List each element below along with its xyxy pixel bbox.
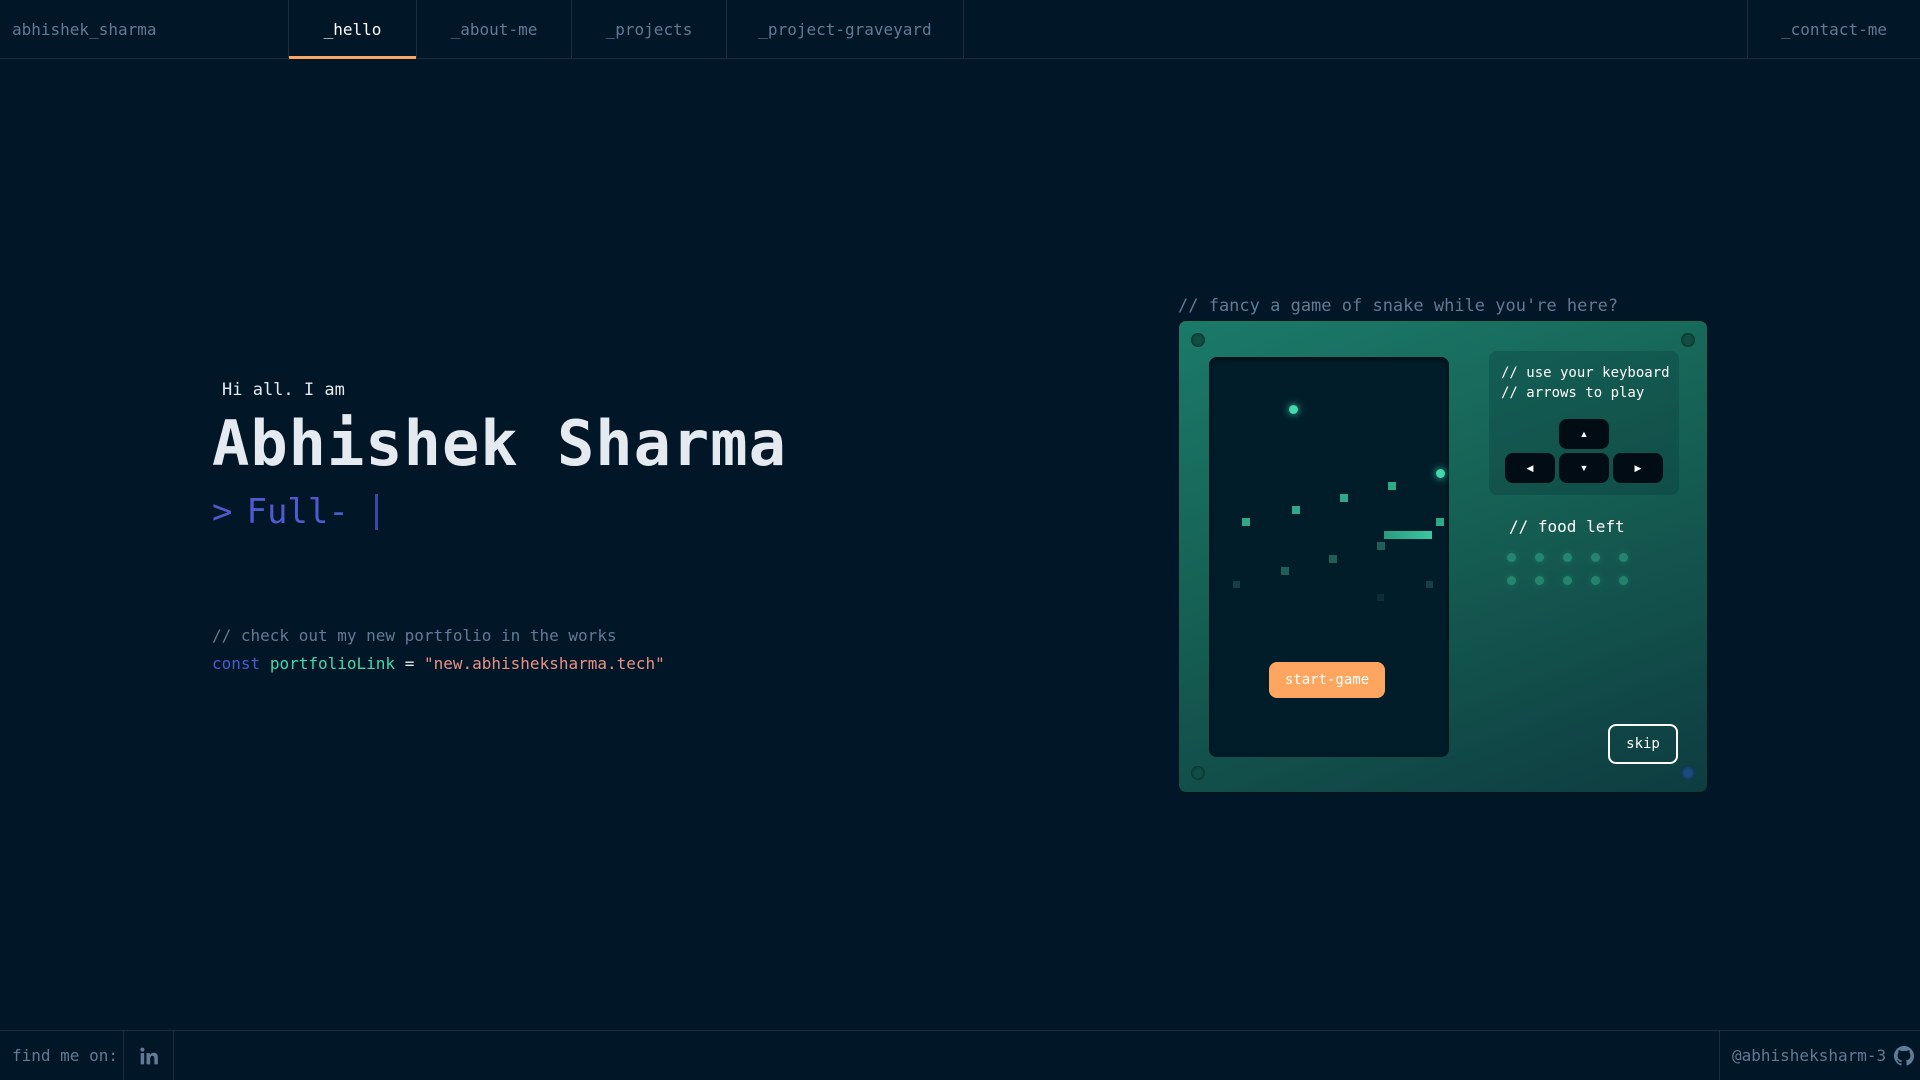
page-title: Abhishek Sharma bbox=[212, 407, 787, 480]
prompt-symbol: > bbox=[212, 492, 233, 533]
portfolio-link[interactable]: "new.abhisheksharma.tech" bbox=[424, 654, 665, 673]
github-link[interactable]: @abhisheksharm-3 bbox=[1719, 1031, 1920, 1080]
food-dot bbox=[1591, 553, 1600, 562]
arrow-left-button[interactable]: ◀ bbox=[1505, 453, 1555, 483]
screw-icon bbox=[1191, 766, 1205, 780]
board-pixel bbox=[1436, 518, 1444, 526]
controls-instructions: // use your keyboard // arrows to play bbox=[1501, 363, 1670, 403]
arrow-right-button[interactable]: ▶ bbox=[1613, 453, 1663, 483]
food-dot bbox=[1535, 553, 1544, 562]
brand-name[interactable]: abhishek_sharma bbox=[0, 0, 289, 58]
board-pixel bbox=[1377, 594, 1384, 601]
game-board[interactable]: start-game bbox=[1209, 357, 1449, 757]
food-dot bbox=[1507, 553, 1516, 562]
snake-head bbox=[1436, 469, 1445, 478]
tab-about-me[interactable]: _about-me bbox=[417, 0, 572, 58]
food-dot bbox=[1619, 553, 1628, 562]
tab-project-graveyard[interactable]: _project-graveyard bbox=[727, 0, 964, 58]
controls-panel: // use your keyboard // arrows to play ▲… bbox=[1489, 351, 1679, 495]
food-dot bbox=[1507, 576, 1516, 585]
food-dot bbox=[1591, 576, 1600, 585]
food-dot bbox=[1535, 576, 1544, 585]
role-typewriter: > Full- bbox=[212, 492, 787, 532]
footer-spacer bbox=[174, 1031, 1719, 1080]
tab-contact-me[interactable]: _contact-me bbox=[1747, 0, 1920, 58]
board-pixel bbox=[1292, 506, 1300, 514]
hero-section: Hi all. I am Abhishek Sharma > Full- bbox=[212, 380, 787, 532]
board-pixel bbox=[1377, 542, 1385, 550]
linkedin-link[interactable] bbox=[124, 1031, 174, 1080]
tab-hello[interactable]: _hello bbox=[289, 0, 417, 59]
text-cursor bbox=[374, 494, 378, 531]
food-dot bbox=[1563, 553, 1572, 562]
start-game-button[interactable]: start-game bbox=[1269, 662, 1385, 698]
arrow-down-button[interactable]: ▼ bbox=[1559, 453, 1609, 483]
code-keyword: const bbox=[212, 654, 261, 673]
screw-icon bbox=[1191, 333, 1205, 347]
snake-game-panel: start-game // use your keyboard // arrow… bbox=[1178, 320, 1708, 793]
food-dot bbox=[1619, 576, 1628, 585]
board-pixel bbox=[1340, 494, 1348, 502]
arrow-up-button[interactable]: ▲ bbox=[1559, 419, 1609, 449]
code-comment: // check out my new portfolio in the wor… bbox=[212, 626, 617, 645]
instruction-line: // use your keyboard bbox=[1501, 365, 1670, 381]
top-nav: abhishek_sharma _hello _about-me _projec… bbox=[0, 0, 1920, 59]
arrow-up-icon: ▲ bbox=[1579, 429, 1589, 439]
board-pixel bbox=[1388, 482, 1396, 490]
food-left-indicator bbox=[1507, 553, 1647, 585]
board-pixel bbox=[1242, 518, 1250, 526]
instruction-line: // arrows to play bbox=[1501, 385, 1645, 401]
greeting-text: Hi all. I am bbox=[222, 380, 345, 400]
find-me-label: find me on: bbox=[0, 1031, 124, 1080]
board-pixel bbox=[1281, 567, 1289, 575]
code-line: const portfolioLink = "new.abhisheksharm… bbox=[212, 654, 665, 673]
code-variable: portfolioLink bbox=[269, 654, 396, 673]
arrow-right-icon: ▶ bbox=[1634, 462, 1642, 473]
github-handle: @abhisheksharm-3 bbox=[1732, 1046, 1887, 1065]
food-left-label: // food left bbox=[1509, 517, 1625, 536]
arrow-left-icon: ◀ bbox=[1526, 462, 1534, 473]
linkedin-icon bbox=[139, 1047, 158, 1064]
board-pixel bbox=[1329, 555, 1337, 563]
board-pixel bbox=[1426, 581, 1433, 588]
screw-icon bbox=[1681, 333, 1695, 347]
code-operator: = bbox=[404, 654, 415, 673]
role-text: Full- bbox=[246, 492, 349, 533]
snake-food bbox=[1289, 405, 1298, 414]
board-pixel bbox=[1233, 581, 1240, 588]
footer: find me on: @abhisheksharm-3 bbox=[0, 1030, 1920, 1080]
arrow-down-icon: ▼ bbox=[1579, 463, 1589, 473]
food-dot bbox=[1563, 576, 1572, 585]
github-icon bbox=[1894, 1045, 1915, 1066]
game-hint: // fancy a game of snake while you're he… bbox=[1178, 296, 1619, 316]
screw-icon bbox=[1681, 766, 1695, 780]
tab-projects[interactable]: _projects bbox=[572, 0, 727, 58]
snake-body bbox=[1384, 531, 1432, 539]
skip-button[interactable]: skip bbox=[1608, 724, 1678, 764]
